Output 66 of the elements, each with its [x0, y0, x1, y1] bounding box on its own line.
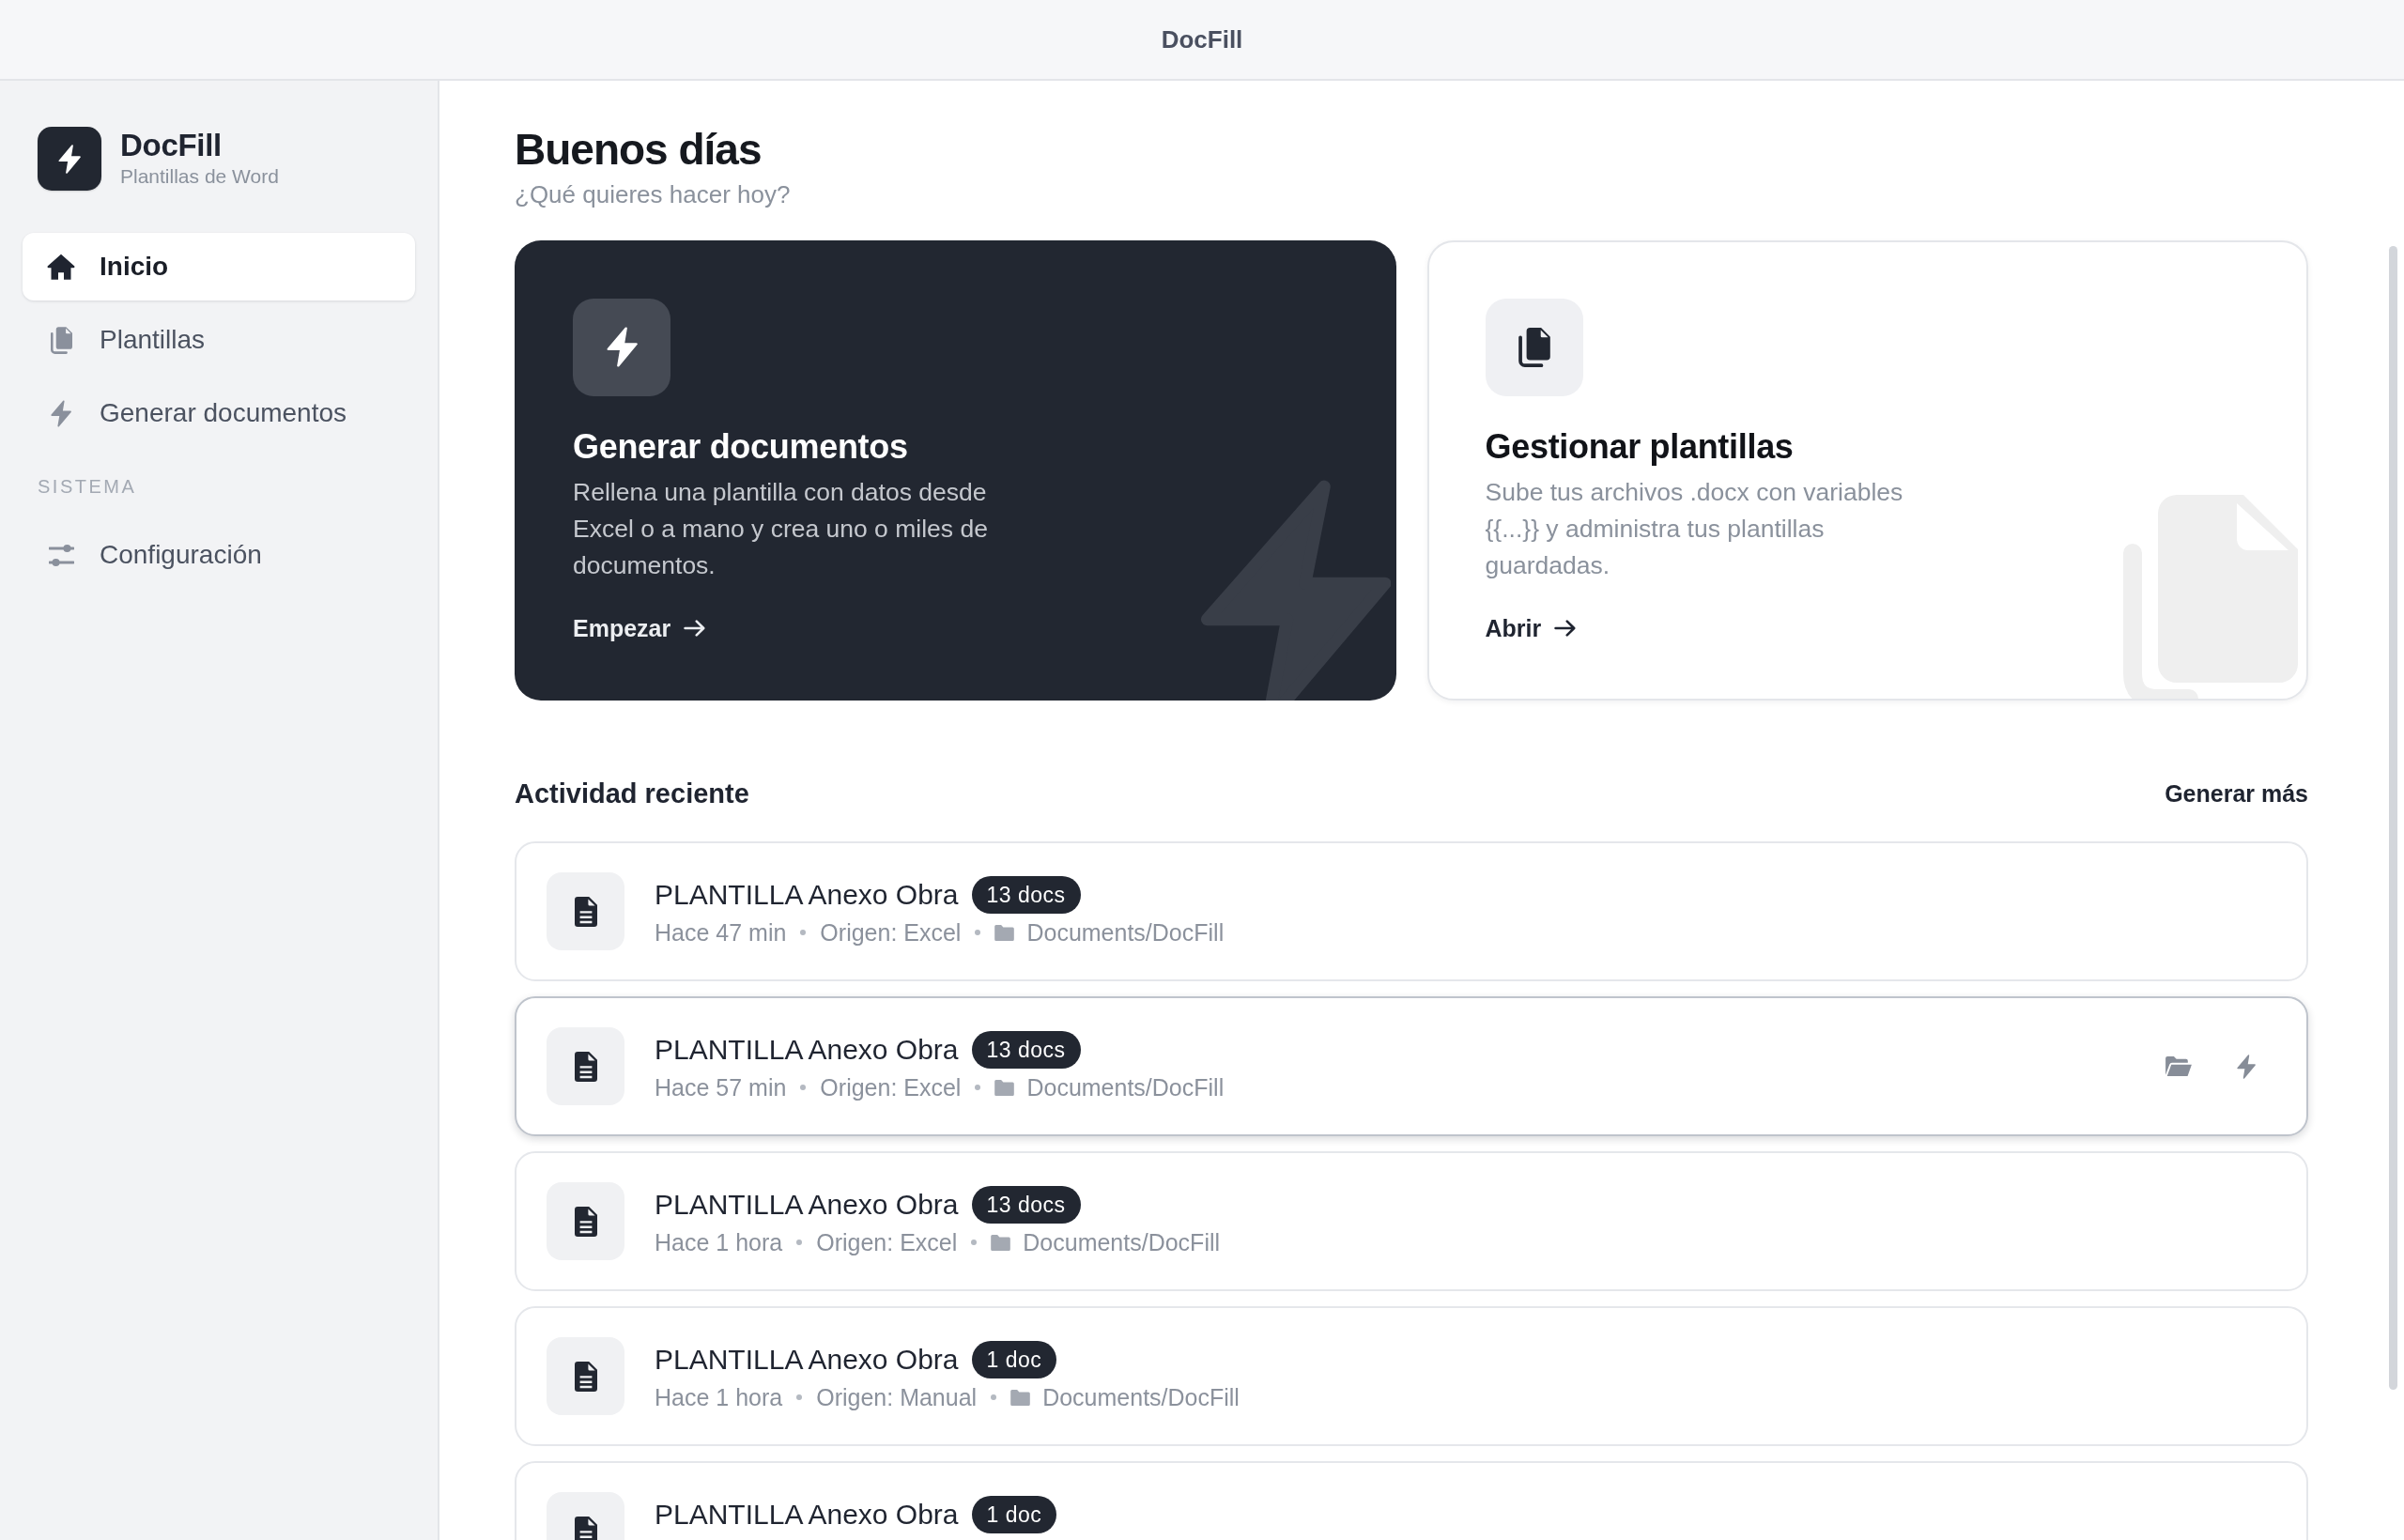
card-description: Rellena una plantilla con datos desde Excel o a mano y crea uno o miles de documentos. — [573, 477, 989, 581]
row-title: PLANTILLA Anexo Obra — [655, 1034, 959, 1067]
app-name: DocFill — [120, 129, 223, 163]
nav-item[interactable]: Inicio — [23, 233, 415, 300]
scrollbar-thumb[interactable] — [2389, 246, 2397, 1390]
activity-row[interactable]: PLANTILLA Anexo Obra 1 doc Hace 1 hora Origen: Manual Documents/DocFill — [515, 1306, 2308, 1447]
nav-item[interactable]: Generar documentos — [23, 379, 415, 447]
path-text: Documents/DocFill — [1026, 1073, 1225, 1102]
home-icon — [47, 254, 75, 280]
card-link[interactable]: Empezar — [573, 613, 706, 644]
arrow-right-icon — [684, 620, 706, 638]
document-icon — [547, 1027, 624, 1106]
row-title: PLANTILLA Anexo Obra — [655, 1344, 959, 1377]
time-text: Hace 57 min — [655, 1073, 787, 1102]
time-text: Hace 1 hora — [655, 1383, 783, 1412]
nav-item[interactable]: Configuración — [23, 521, 415, 589]
folder-icon — [991, 1235, 1011, 1251]
bolt-watermark-icon — [1198, 480, 1391, 701]
path-text: Documents/DocFill — [1023, 1228, 1221, 1257]
arrow-right-icon — [1554, 620, 1577, 638]
count-badge: 13 docs — [971, 876, 1081, 915]
document-icon — [547, 1182, 624, 1261]
open-folder-icon[interactable] — [2165, 1056, 2192, 1077]
card-description: Sube tus archivos .docx con variables {{...}} y administra tus plantillas guardadas. — [1485, 477, 1904, 581]
app-subtitle: Plantillas de Word — [120, 163, 279, 189]
card-link[interactable]: Abrir — [1485, 613, 1577, 644]
folder-icon — [994, 925, 1015, 941]
nav-item[interactable]: Plantillas — [23, 306, 415, 374]
count-badge: 1 doc — [971, 1496, 1057, 1534]
count-badge: 13 docs — [971, 1186, 1081, 1224]
bolt-icon — [573, 299, 670, 396]
bolt-logo-icon — [38, 127, 101, 191]
row-title: PLANTILLA Anexo Obra — [655, 1499, 959, 1532]
origin-text: Origen: Excel — [816, 1228, 958, 1257]
document-icon — [547, 872, 624, 951]
origin-text: Origen: Excel — [820, 918, 962, 947]
path-text: Documents/DocFill — [1042, 1383, 1240, 1412]
documents-icon — [1485, 299, 1583, 396]
row-title: PLANTILLA Anexo Obra — [655, 879, 959, 912]
origin-text: Origen: Excel — [820, 1073, 962, 1102]
greeting-heading: Buenos días — [515, 124, 763, 176]
section-heading: SISTEMA — [38, 475, 138, 498]
card-title: Generar documentos — [573, 426, 909, 468]
section-title: Actividad reciente — [515, 778, 749, 811]
time-text: Hace 1 hora — [655, 1228, 783, 1257]
document-icon — [547, 1337, 624, 1416]
window-title: DocFill — [1161, 23, 1243, 55]
path-text: Documents/DocFill — [1026, 918, 1225, 947]
time-text: Hace 47 min — [655, 918, 787, 947]
activity-row[interactable]: PLANTILLA Anexo Obra 13 docs Hace 1 hora Origen: Excel Documents/DocFill — [515, 1151, 2308, 1292]
generate-more-link[interactable]: Generar más — [2165, 777, 2308, 812]
count-badge: 13 docs — [971, 1031, 1081, 1070]
activity-row[interactable]: PLANTILLA Anexo Obra 13 docs Hace 57 min Origen: Excel Documents/DocFill — [515, 996, 2308, 1137]
origin-text: Origen: Manual — [816, 1383, 978, 1412]
activity-row[interactable]: PLANTILLA Anexo Obra 1 doc — [515, 1461, 2308, 1540]
bolt-icon — [51, 399, 71, 427]
folder-icon — [994, 1080, 1015, 1096]
count-badge: 1 doc — [971, 1341, 1057, 1379]
activity-row[interactable]: PLANTILLA Anexo Obra 13 docs Hace 47 min Origen: Excel Documents/DocFill — [515, 841, 2308, 982]
documents-icon — [50, 326, 72, 354]
bolt-icon[interactable] — [2237, 1055, 2256, 1079]
sliders-icon — [48, 544, 74, 566]
greeting-subtitle: ¿Qué quieres hacer hoy? — [515, 179, 792, 211]
row-title: PLANTILLA Anexo Obra — [655, 1189, 959, 1222]
card-title: Gestionar plantillas — [1485, 426, 1795, 468]
folder-icon — [1010, 1390, 1031, 1406]
